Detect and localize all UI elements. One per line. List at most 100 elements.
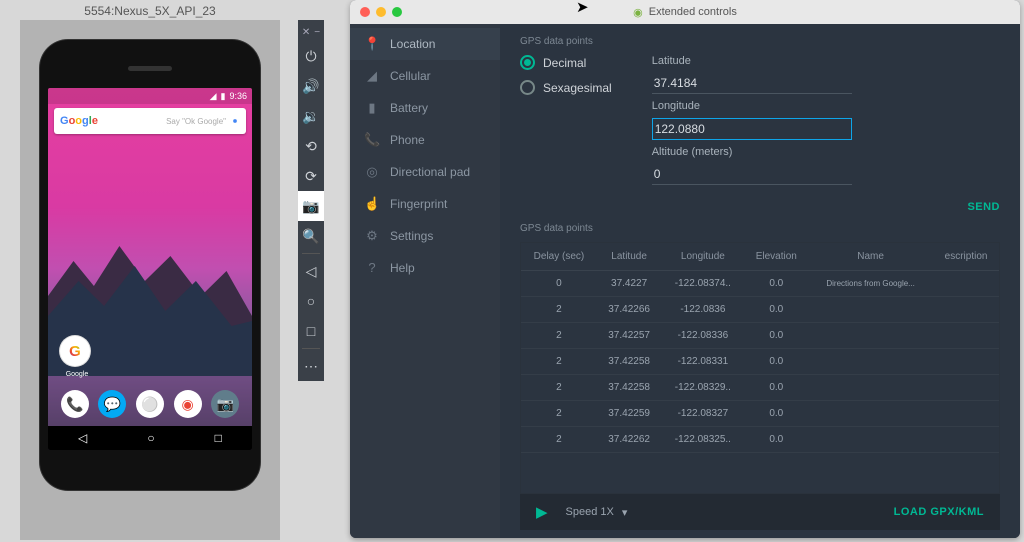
send-button[interactable]: SEND [967, 201, 1000, 213]
google-app-label: Google [60, 371, 94, 378]
sidebar-icon: 📞 [364, 132, 380, 148]
chevron-down-icon: ▾ [622, 506, 628, 519]
home-icon[interactable]: ○ [298, 286, 324, 316]
sidebar-item-label: Settings [390, 229, 433, 243]
mic-icon[interactable] [230, 116, 240, 126]
dock: 📞 💬 ⚪ ◉ 📷 [48, 384, 252, 424]
volume-up-icon[interactable]: 🔊 [298, 71, 324, 101]
table-row[interactable]: 237.42266-122.08360.0 [521, 297, 999, 323]
battery-icon: ▮ [221, 91, 226, 102]
longitude-label: Longitude [652, 100, 1000, 112]
col-header[interactable]: Delay (sec) [521, 243, 597, 271]
radio-decimal[interactable]: Decimal [520, 55, 612, 70]
window-title: Extended controls [649, 6, 737, 18]
power-icon[interactable]: ⏻ [298, 41, 324, 71]
altitude-label: Altitude (meters) [652, 146, 1000, 158]
google-app-icon[interactable]: G [60, 336, 90, 366]
back-icon[interactable]: ◁ [298, 256, 324, 286]
android-icon: ◉ [633, 6, 643, 19]
sidebar-item-label: Help [390, 261, 415, 275]
sidebar-icon: ▮ [364, 100, 380, 116]
google-search-bar[interactable]: Google Say "Ok Google" [54, 108, 246, 134]
status-bar: ◢ ▮ 9:36 [48, 88, 252, 104]
emulator-toolbar: ✕− ⏻ 🔊 🔉 ⟲ ⟳ 📷 🔍 ◁ ○ □ ⋯ [298, 20, 324, 381]
speaker-grill [128, 66, 172, 71]
table-row[interactable]: 237.42258-122.08329..0.0 [521, 375, 999, 401]
sidebar-icon: ? [364, 260, 380, 275]
table-row[interactable]: 237.42258-122.083310.0 [521, 349, 999, 375]
google-logo: Google [60, 115, 98, 127]
table-row[interactable]: 037.4227-122.08374..0.0Directions from G… [521, 271, 999, 297]
cursor-icon: ➤ [576, 0, 589, 16]
radio-sexagesimal[interactable]: Sexagesimal [520, 80, 612, 95]
close-traffic-icon[interactable] [360, 7, 370, 17]
col-header[interactable]: Longitude [661, 243, 744, 271]
sidebar-item-label: Cellular [390, 69, 431, 83]
latitude-input[interactable] [652, 73, 852, 94]
sidebar-item-settings[interactable]: ⚙ Settings [350, 220, 500, 252]
zoom-icon[interactable]: 🔍 [298, 221, 324, 251]
apps-drawer-icon[interactable]: ⚪ [136, 390, 164, 418]
close-icon[interactable]: ✕ [302, 27, 310, 38]
minimize-traffic-icon[interactable] [376, 7, 386, 17]
col-header[interactable]: Latitude [597, 243, 661, 271]
radio-decimal-label: Decimal [543, 56, 586, 70]
sidebar-item-cellular[interactable]: ◢ Cellular [350, 60, 500, 92]
table-row[interactable]: 237.42262-122.08325..0.0 [521, 427, 999, 453]
emulator-window-title: 5554:Nexus_5X_API_23 [20, 4, 280, 18]
load-gpx-button[interactable]: LOAD GPX/KML [894, 506, 984, 518]
gps-table[interactable]: Delay (sec)LatitudeLongitudeElevationNam… [520, 242, 1000, 494]
nav-recents-icon[interactable]: □ [215, 431, 222, 445]
radio-sexagesimal-label: Sexagesimal [543, 81, 612, 95]
sidebar-item-directional-pad[interactable]: ◎Directional pad [350, 156, 500, 188]
section-label-2: GPS data points [520, 223, 1000, 234]
overview-icon[interactable]: □ [298, 316, 324, 346]
nav-bar: ◁ ○ □ [48, 426, 252, 450]
sidebar-item-location[interactable]: 📍 Location [350, 28, 500, 60]
signal-icon: ◢ [210, 91, 217, 102]
title-bar[interactable]: ➤ ◉ Extended controls [350, 0, 1020, 24]
longitude-input[interactable] [652, 118, 852, 140]
table-row[interactable]: 237.42259-122.083270.0 [521, 401, 999, 427]
sidebar-item-label: Battery [390, 101, 428, 115]
sidebar-icon: 📍 [364, 36, 380, 52]
table-row[interactable]: 237.42257-122.083360.0 [521, 323, 999, 349]
extended-controls-window: ➤ ◉ Extended controls 📍 Location ◢ Cellular ▮… [350, 0, 1020, 538]
zoom-traffic-icon[interactable] [392, 7, 402, 17]
more-icon[interactable]: ⋯ [298, 351, 324, 381]
col-header[interactable]: Name [808, 243, 933, 271]
messages-app-icon[interactable]: 💬 [98, 390, 126, 418]
minimize-icon[interactable]: − [314, 27, 320, 38]
nav-back-icon[interactable]: ◁ [78, 431, 87, 445]
sidebar-item-battery[interactable]: ▮ Battery [350, 92, 500, 124]
chrome-app-icon[interactable]: ◉ [174, 390, 202, 418]
sidebar-item-phone[interactable]: 📞 Phone [350, 124, 500, 156]
device-screen[interactable]: ◢ ▮ 9:36 Google Say "Ok Google" G Google… [48, 88, 252, 450]
col-header[interactable]: escription [933, 243, 999, 271]
sidebar-icon: ☝ [364, 196, 380, 212]
sidebar-icon: ◎ [364, 164, 380, 180]
sidebar-item-fingerprint[interactable]: ☝ Fingerprint [350, 188, 500, 220]
screenshot-icon[interactable]: 📷 [298, 191, 324, 221]
sidebar: 📍 Location ◢ Cellular ▮ Battery 📞 Phone ◎Directi… [350, 24, 500, 538]
altitude-input[interactable] [652, 164, 852, 185]
main-panel: GPS data points Decimal Sexagesimal Lati… [500, 24, 1020, 538]
sidebar-item-label: Phone [390, 133, 425, 147]
sidebar-icon: ◢ [364, 68, 380, 84]
phone-app-icon[interactable]: 📞 [61, 390, 89, 418]
sidebar-item-label: Fingerprint [390, 197, 447, 211]
clock: 9:36 [229, 91, 247, 101]
sidebar-item-label: Location [390, 37, 435, 51]
sidebar-item-help[interactable]: ? Help [350, 252, 500, 283]
device-frame: ◢ ▮ 9:36 Google Say "Ok Google" G Google… [40, 40, 260, 490]
col-header[interactable]: Elevation [744, 243, 808, 271]
speed-dropdown[interactable]: Speed 1X▾ [566, 506, 628, 519]
nav-home-icon[interactable]: ○ [147, 431, 154, 445]
sidebar-icon: ⚙ [364, 228, 380, 244]
play-icon[interactable]: ▶ [536, 503, 548, 521]
rotate-right-icon[interactable]: ⟳ [298, 161, 324, 191]
rotate-left-icon[interactable]: ⟲ [298, 131, 324, 161]
camera-app-icon[interactable]: 📷 [211, 390, 239, 418]
volume-down-icon[interactable]: 🔉 [298, 101, 324, 131]
playback-footer: ▶ Speed 1X▾ LOAD GPX/KML [520, 494, 1000, 530]
